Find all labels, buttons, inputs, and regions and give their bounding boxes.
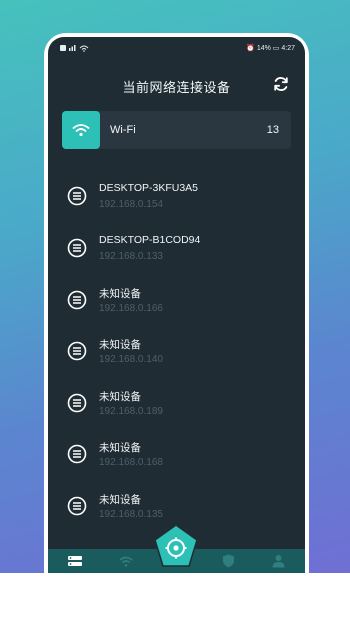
device-ip: 192.168.0.133 [99, 251, 163, 262]
device-name: 未知设备 [99, 391, 141, 403]
refresh-icon [274, 77, 288, 91]
wifi-icon [119, 556, 133, 567]
device-name: 未知设备 [99, 339, 141, 351]
device-ip: 192.168.0.135 [99, 509, 163, 520]
signal-icon [60, 45, 89, 52]
device-row[interactable]: 未知设备 192.168.0.140 [48, 332, 305, 376]
tab-profile[interactable] [270, 553, 286, 569]
device-icon [67, 341, 87, 361]
status-time: 4:27 [281, 45, 295, 52]
wifi-summary-card[interactable]: Wi-Fi 13 [62, 111, 291, 149]
title-bar: 当前网络连接设备 [48, 67, 305, 103]
wifi-badge [62, 111, 100, 149]
device-name: 未知设备 [99, 288, 141, 300]
wifi-device-count: 13 [266, 124, 279, 136]
list-icon [68, 556, 82, 566]
device-row[interactable]: DESKTOP-3KFU3A5 192.168.0.154 [48, 177, 305, 221]
tab-security[interactable] [220, 553, 236, 569]
tab-device-list[interactable] [67, 553, 83, 569]
device-name: 未知设备 [99, 494, 141, 506]
device-row[interactable]: DESKTOP-B1COD94 192.168.0.133 [48, 229, 305, 273]
battery-icon: ▭ [272, 45, 280, 52]
person-icon [272, 555, 284, 568]
status-right: ⏰ 14% ▭ 4:27 [246, 44, 295, 52]
device-row[interactable]: 未知设备 192.168.0.168 [48, 435, 305, 479]
device-icon [67, 290, 87, 310]
app-screen: ⏰ 14% ▭ 4:27 当前网络连接设备 Wi-Fi 13 DESKTOP-3… [48, 37, 305, 573]
scan-button[interactable] [153, 524, 199, 568]
device-icon [67, 238, 87, 258]
tab-wifi[interactable] [118, 553, 134, 569]
page-title: 当前网络连接设备 [122, 80, 231, 95]
device-ip: 192.168.0.166 [99, 303, 163, 314]
device-ip: 192.168.0.154 [99, 199, 163, 210]
device-icon [67, 444, 87, 464]
device-ip: 192.168.0.140 [99, 354, 163, 365]
battery-percent: 14% [256, 45, 271, 52]
wifi-label: Wi-Fi [110, 124, 136, 136]
device-name: 未知设备 [99, 442, 141, 454]
wifi-icon [72, 124, 90, 137]
device-row[interactable]: 未知设备 192.168.0.189 [48, 384, 305, 428]
status-signal [60, 44, 94, 54]
device-ip: 192.168.0.189 [99, 406, 163, 417]
status-bar: ⏰ 14% ▭ 4:27 [48, 37, 305, 59]
device-ip: 192.168.0.168 [99, 457, 163, 468]
device-icon [67, 186, 87, 206]
scan-button-shape [154, 524, 198, 567]
shield-icon [222, 554, 234, 568]
device-icon [67, 496, 87, 516]
device-name: DESKTOP-B1COD94 [99, 234, 201, 246]
device-name: DESKTOP-3KFU3A5 [99, 182, 199, 194]
device-row[interactable]: 未知设备 192.168.0.166 [48, 281, 305, 325]
alarm-icon: ⏰ [246, 45, 255, 52]
refresh-button[interactable] [270, 73, 292, 95]
device-icon [67, 393, 87, 413]
